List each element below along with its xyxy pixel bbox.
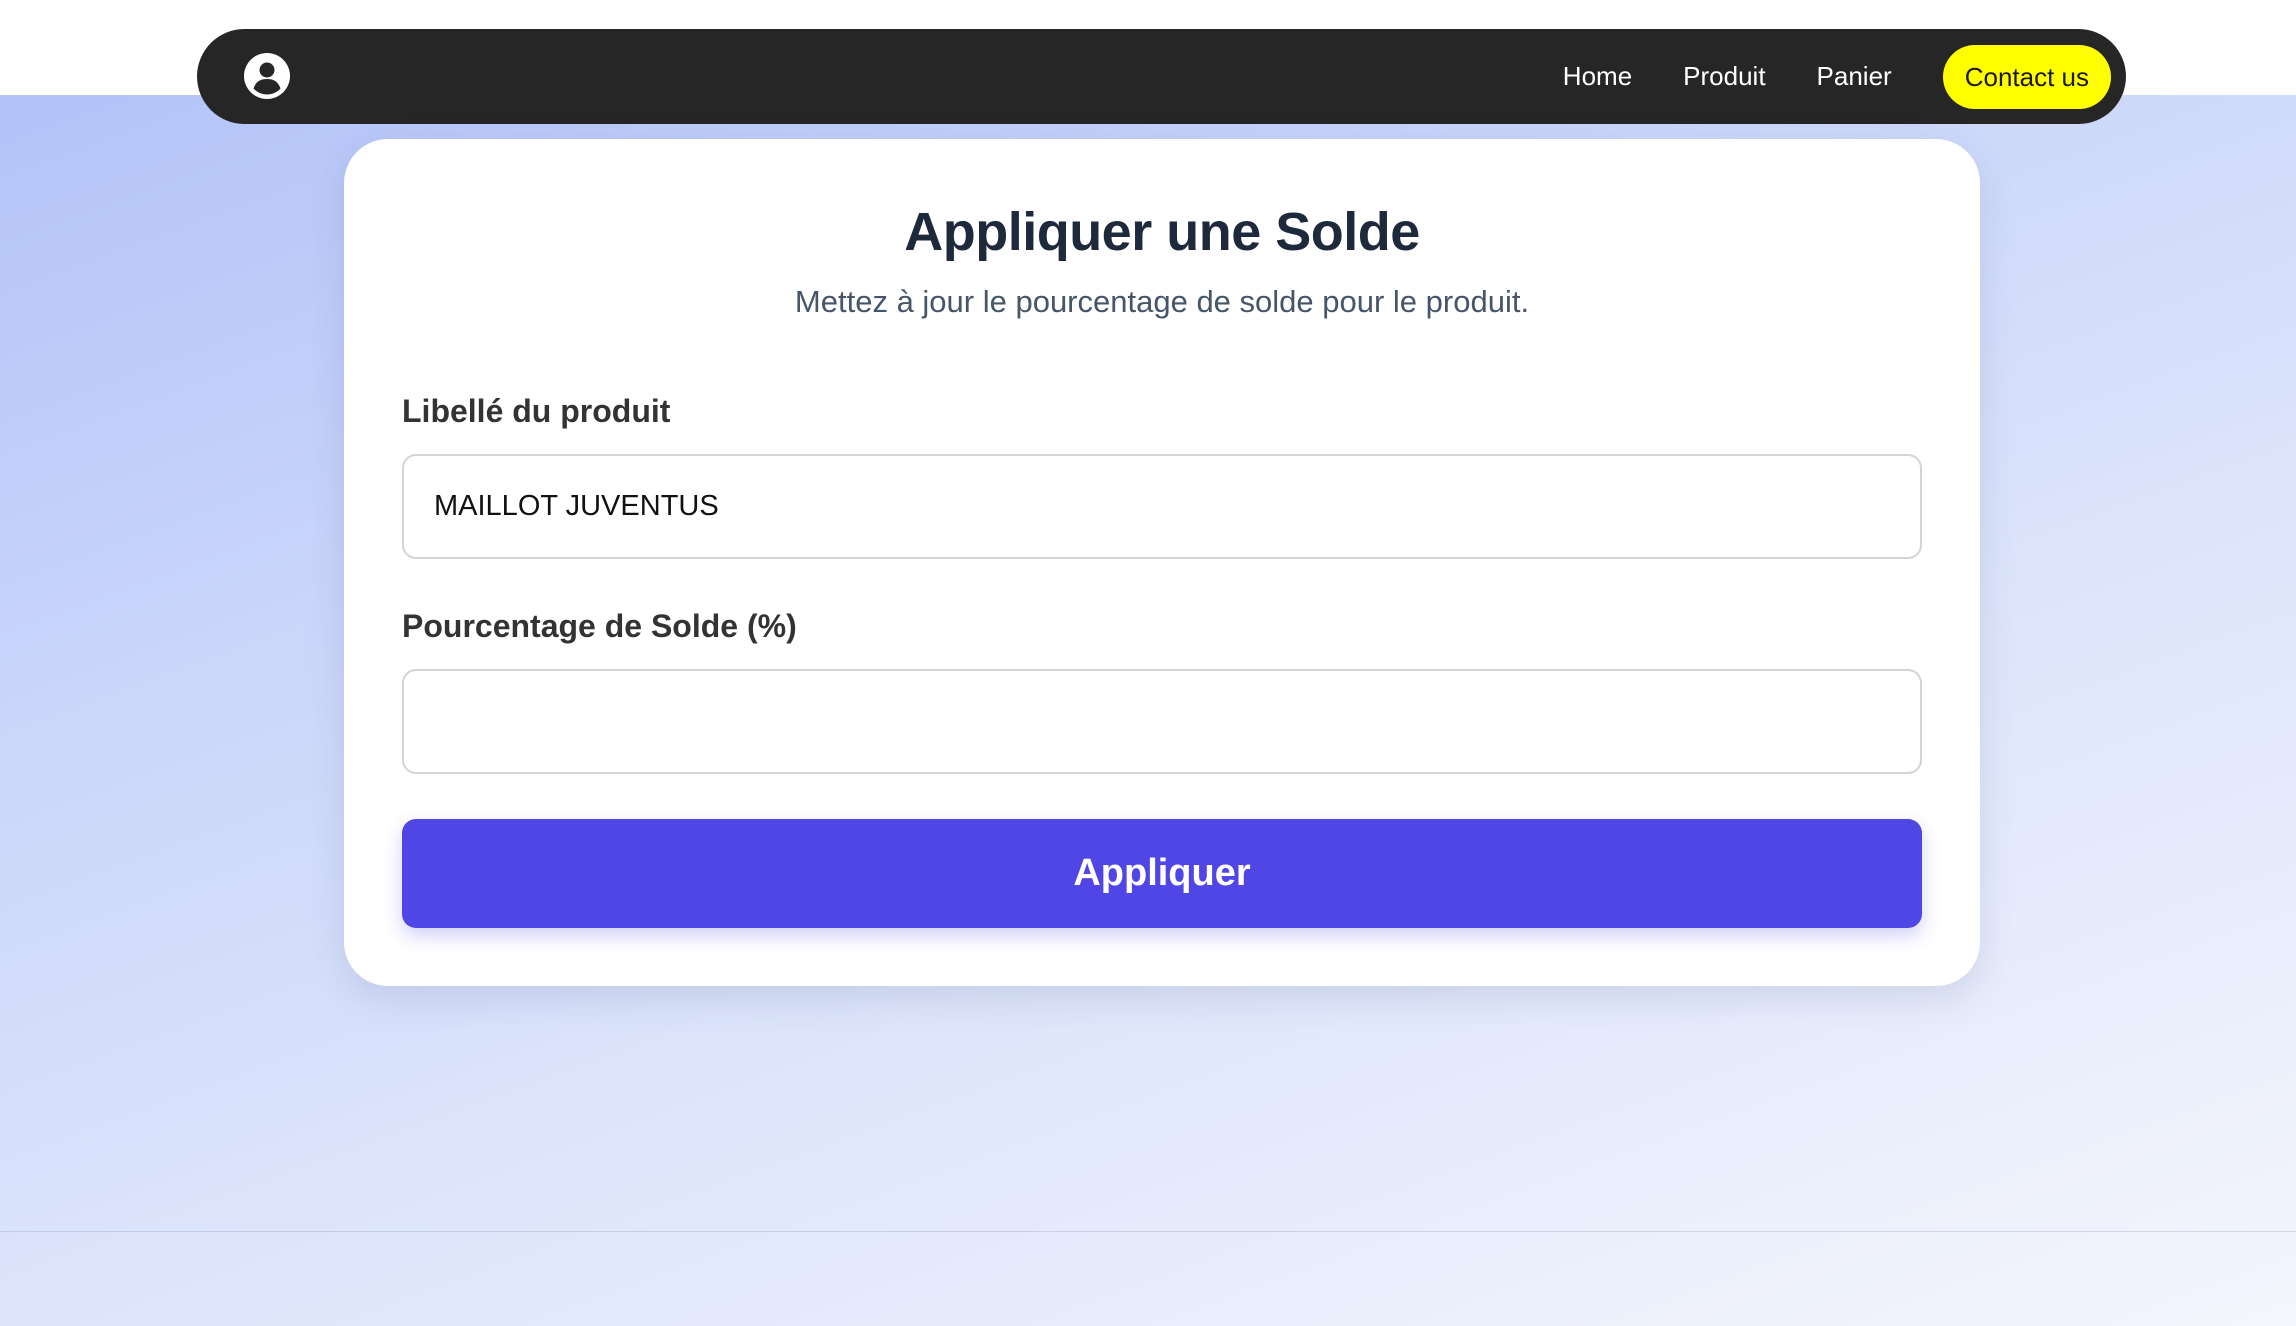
discount-form-card: Appliquer une Solde Mettez à jour le pou… (344, 139, 1980, 986)
product-name-input[interactable] (402, 454, 1922, 559)
product-label: Libellé du produit (402, 393, 671, 429)
footer-divider (0, 1231, 2296, 1232)
page-title: Appliquer une Solde (904, 202, 1420, 262)
user-circle-icon[interactable] (244, 53, 290, 99)
discount-percent-label: Pourcentage de Solde (%) (402, 608, 797, 644)
apply-button[interactable]: Appliquer (402, 819, 1922, 928)
navbar: Home Produit Panier Contact us (197, 29, 2126, 124)
discount-percent-input[interactable] (402, 669, 1922, 774)
nav-link-home[interactable]: Home (1563, 61, 1632, 92)
nav-links: Home Produit Panier Contact us (1563, 29, 2111, 124)
nav-link-panier[interactable]: Panier (1817, 61, 1892, 92)
contact-us-button[interactable]: Contact us (1942, 44, 2111, 109)
page-subtitle: Mettez à jour le pourcentage de solde po… (794, 284, 1530, 319)
nav-link-produit[interactable]: Produit (1683, 61, 1765, 92)
